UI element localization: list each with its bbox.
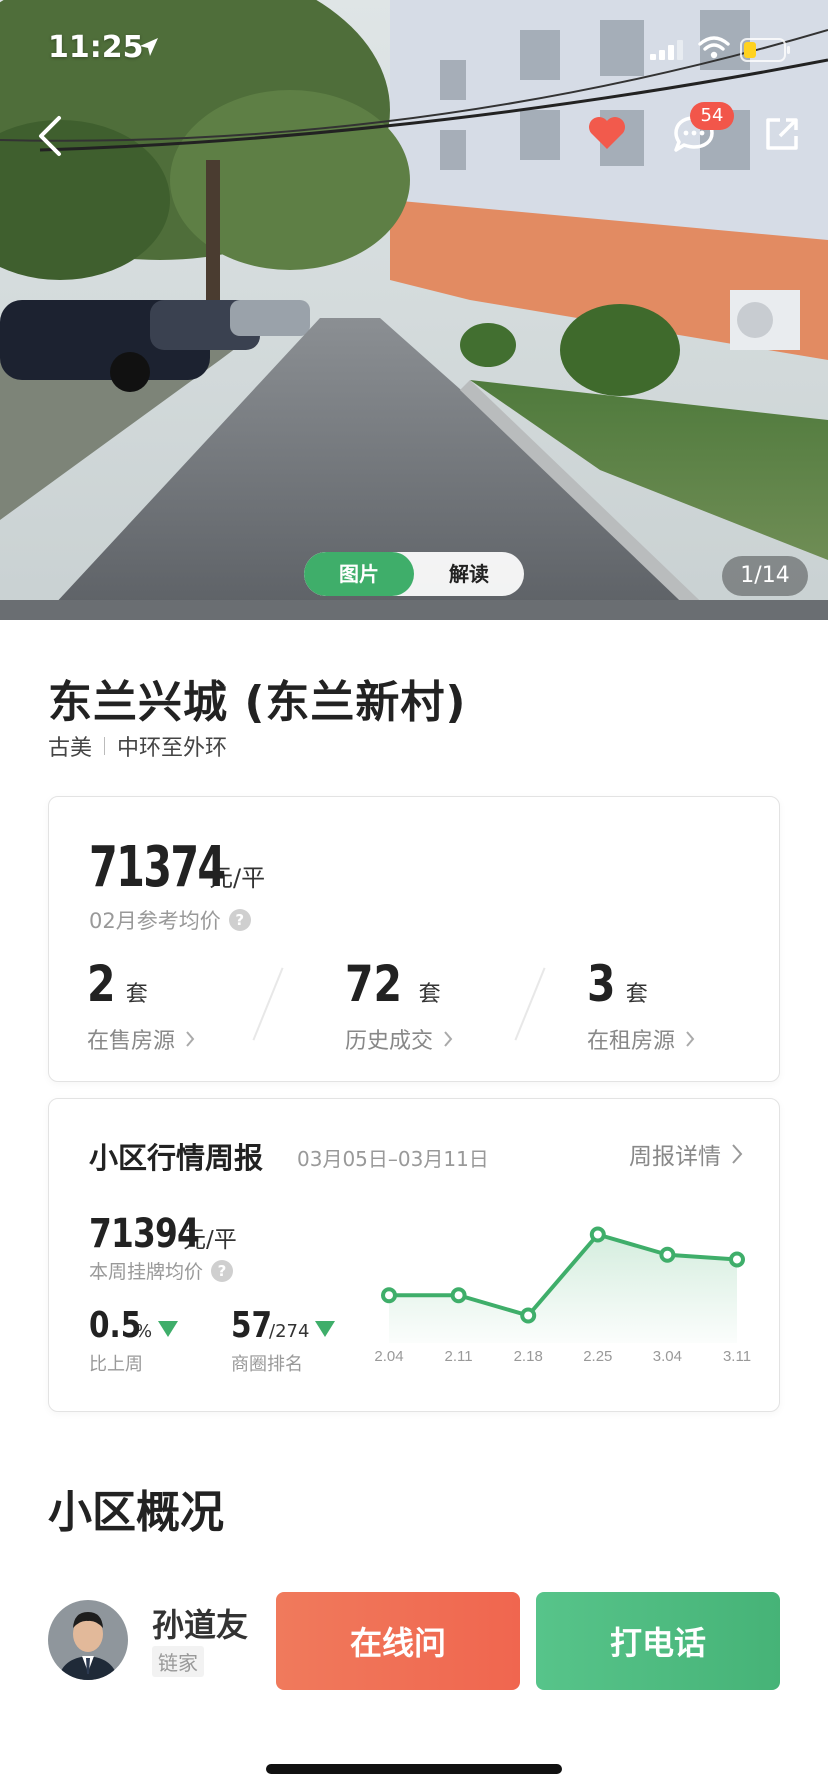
stat-divider — [252, 967, 284, 1041]
share-external-icon — [766, 118, 798, 150]
stat-history-deals[interactable]: 72 套 历史成交 — [345, 955, 453, 1055]
community-location: 古美 中环至外环 — [48, 730, 227, 762]
hero-photo[interactable]: 11:25 54 图片 解读 1/14 — [0, 0, 828, 620]
change-value: 0.5 — [89, 1305, 142, 1346]
trend-point — [589, 1226, 606, 1243]
location-divider — [104, 737, 106, 755]
trend-point — [450, 1287, 467, 1304]
trend-point — [659, 1246, 676, 1263]
down-triangle-icon — [315, 1321, 336, 1337]
trend-point — [729, 1251, 745, 1268]
change-label: 比上周 — [89, 1354, 143, 1375]
rank-total: /274 — [269, 1321, 310, 1342]
x-axis-labels: 2.04 2.11 2.18 2.25 3.04 3.11 — [374, 1348, 751, 1365]
tab-interpretation[interactable]: 解读 — [414, 552, 524, 596]
location-arrow-icon — [140, 38, 158, 56]
cellular-signal-icon — [650, 40, 683, 60]
district-label: 古美 — [48, 736, 93, 761]
status-bar: 11:25 — [0, 0, 828, 100]
favorite-button[interactable] — [582, 108, 632, 158]
media-tab-switch: 图片 解读 — [304, 552, 524, 596]
rank-value: 57 — [231, 1305, 273, 1346]
weekly-report-title: 小区行情周报 — [89, 1141, 264, 1175]
stat-for-rent[interactable]: 3 套 在租房源 — [587, 955, 695, 1055]
status-time: 11:25 — [48, 30, 144, 65]
community-title: 东兰兴城 (东兰新村) — [48, 677, 467, 728]
agent-company-tag: 链家 — [152, 1646, 204, 1677]
chevron-right-icon — [686, 1031, 695, 1047]
avg-price-label: 02月参考均价 — [89, 909, 221, 933]
down-triangle-icon — [158, 1321, 179, 1337]
help-icon[interactable]: ? — [211, 1259, 234, 1282]
home-indicator — [266, 1764, 562, 1774]
stat-divider — [514, 967, 546, 1041]
chevron-right-icon — [186, 1031, 195, 1047]
stat-label: 在售房源 — [87, 1029, 176, 1054]
trend-point — [381, 1287, 397, 1304]
ring-label: 中环至外环 — [117, 736, 228, 761]
x-tick-label: 3.11 — [723, 1348, 751, 1365]
stat-unit: 套 — [418, 982, 441, 1007]
x-tick-label: 2.25 — [583, 1348, 612, 1365]
x-tick-label: 2.11 — [445, 1348, 473, 1365]
photo-counter: 1/14 — [722, 556, 808, 596]
wifi-icon — [698, 36, 730, 59]
overview-heading: 小区概况 — [48, 1487, 224, 1538]
listing-price-value: 71394 — [89, 1211, 200, 1257]
listing-price-label-row: 本周挂牌均价 ? — [89, 1257, 234, 1284]
stat-label: 在租房源 — [587, 1029, 676, 1054]
price-summary-card: 71374 元/平 02月参考均价 ? 2 套 在售房源 72 套 历史成交 3… — [48, 796, 780, 1082]
share-button[interactable] — [754, 106, 810, 162]
stat-unit: 套 — [625, 982, 648, 1007]
x-tick-label: 3.04 — [653, 1348, 682, 1365]
stat-value: 72 — [345, 955, 403, 1013]
battery-icon — [740, 38, 790, 62]
price-trend-chart[interactable]: 2.04 2.11 2.18 2.25 3.04 3.11 — [365, 1199, 765, 1399]
x-tick-label: 2.18 — [514, 1348, 543, 1365]
rank-label: 商圈排名 — [231, 1354, 303, 1375]
x-tick-label: 2.04 — [374, 1348, 403, 1365]
agent-avatar[interactable] — [48, 1600, 128, 1680]
weekly-detail-link[interactable]: 周报详情 — [629, 1137, 743, 1171]
help-icon[interactable]: ? — [228, 909, 251, 931]
heart-icon — [589, 117, 625, 149]
avg-price-value: 71374 — [89, 835, 226, 900]
stat-on-sale[interactable]: 2 套 在售房源 — [87, 955, 195, 1055]
weekly-date-range: 03月05日–03月11日 — [297, 1147, 489, 1171]
weekly-detail-label: 周报详情 — [629, 1144, 721, 1170]
trend-area — [389, 1234, 737, 1343]
stat-label: 历史成交 — [345, 1029, 434, 1054]
call-button[interactable]: 打电话 — [536, 1592, 780, 1690]
reference-avg-price: 71374 元/平 — [89, 835, 265, 900]
stat-value: 2 — [87, 955, 116, 1013]
stat-value: 3 — [587, 955, 616, 1013]
chevron-right-icon — [444, 1031, 453, 1047]
chevron-left-icon — [39, 116, 61, 156]
weekly-listing-price: 71394 元/平 — [89, 1211, 237, 1257]
stat-unit: 套 — [125, 982, 148, 1007]
listing-price-label: 本周挂牌均价 — [89, 1261, 204, 1283]
avg-price-label-row: 02月参考均价 ? — [89, 905, 251, 935]
agent-photo — [48, 1600, 128, 1680]
message-count-badge: 54 — [690, 102, 734, 130]
week-change-stat: 0.5 % 比上周 — [89, 1305, 179, 1376]
chevron-right-icon — [732, 1144, 743, 1164]
tab-photos[interactable]: 图片 — [304, 552, 414, 596]
back-button[interactable] — [22, 108, 78, 164]
agent-name: 孙道友 — [152, 1606, 249, 1644]
trend-point — [520, 1307, 537, 1324]
district-rank-stat: 57 /274 商圈排名 — [231, 1305, 336, 1376]
weekly-report-card: 小区行情周报 03月05日–03月11日 周报详情 71394 元/平 本周挂牌… — [48, 1098, 780, 1412]
ask-online-button[interactable]: 在线问 — [276, 1592, 520, 1690]
